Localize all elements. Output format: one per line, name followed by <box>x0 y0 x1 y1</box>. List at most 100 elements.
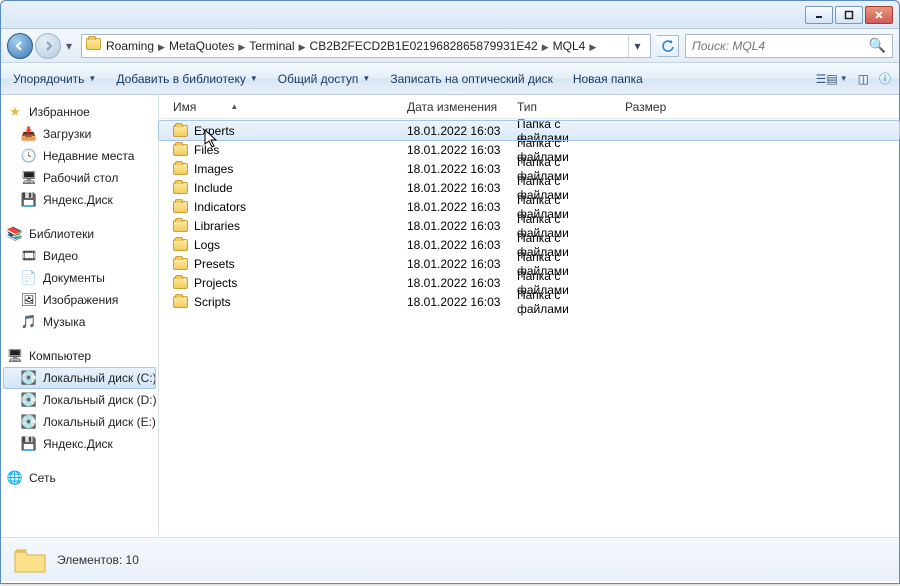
minimize-button[interactable] <box>805 6 833 24</box>
sort-asc-icon: ▲ <box>230 102 238 111</box>
breadcrumb-separator-icon: ▶ <box>538 42 553 53</box>
folder-icon <box>173 296 188 308</box>
breadcrumb-separator-icon: ▶ <box>585 42 600 53</box>
sidebar-item-music[interactable]: 🎵Музыка <box>3 311 156 333</box>
computer-group[interactable]: 🖥Компьютер <box>3 345 156 367</box>
file-date: 18.01.2022 16:03 <box>401 295 511 309</box>
file-name: Scripts <box>194 295 231 309</box>
search-box[interactable]: 🔍 <box>685 34 893 58</box>
add-to-library-menu[interactable]: Добавить в библиотеку▼ <box>112 70 261 88</box>
file-date: 18.01.2022 16:03 <box>401 181 511 195</box>
network-group[interactable]: 🌐Сеть <box>3 467 156 489</box>
folder-icon <box>86 38 102 54</box>
history-dropdown[interactable]: ▾ <box>63 39 75 53</box>
file-name: Files <box>194 143 219 157</box>
col-type[interactable]: Тип <box>511 100 619 114</box>
file-list: Имя▲ Дата изменения Тип Размер Experts 18… <box>159 95 899 537</box>
sidebar-item-disk-c[interactable]: 💽Локальный диск (C:) <box>3 367 156 389</box>
computer-icon: 🖥 <box>7 348 23 364</box>
file-name: Indicators <box>194 200 246 214</box>
sidebar-item-yadisk[interactable]: 💾Яндекс.Диск <box>3 189 156 211</box>
organize-menu[interactable]: Упорядочить▼ <box>9 70 100 88</box>
view-options-button[interactable]: ☰▤ ▼ <box>816 72 848 86</box>
disk-icon: 💾 <box>21 192 37 208</box>
col-name[interactable]: Имя▲ <box>167 100 401 114</box>
nav-arrows: ▾ <box>7 33 75 59</box>
folder-icon <box>173 201 188 213</box>
file-date: 18.01.2022 16:03 <box>401 276 511 290</box>
disk-icon: 💽 <box>21 392 37 408</box>
column-headers: Имя▲ Дата изменения Тип Размер <box>159 95 899 119</box>
new-folder-button[interactable]: Новая папка <box>569 70 647 88</box>
sidebar-item-pictures[interactable]: 🖼Изображения <box>3 289 156 311</box>
titlebar <box>1 1 899 29</box>
sidebar-item-disk-e[interactable]: 💽Локальный диск (E:) <box>3 411 156 433</box>
disk-icon: 💾 <box>21 436 37 452</box>
file-name: Logs <box>194 238 220 252</box>
back-button[interactable] <box>7 33 33 59</box>
file-row[interactable]: Scripts18.01.2022 16:03Папка с файлами <box>159 292 899 311</box>
file-date: 18.01.2022 16:03 <box>401 238 511 252</box>
file-date: 18.01.2022 16:03 <box>401 124 511 138</box>
sidebar-item-recent[interactable]: 🕓Недавние места <box>3 145 156 167</box>
favorites-group[interactable]: ★Избранное <box>3 101 156 123</box>
documents-icon: 📄 <box>21 270 37 286</box>
status-text: Элементов: 10 <box>57 553 139 567</box>
breadcrumb-segment[interactable]: MQL4 <box>553 39 586 53</box>
maximize-button[interactable] <box>835 6 863 24</box>
breadcrumb-segment[interactable]: Roaming <box>106 39 154 53</box>
folder-icon <box>173 163 188 175</box>
breadcrumb-separator-icon: ▶ <box>234 42 249 53</box>
navigation-row: ▾ Roaming▶MetaQuotes▶Terminal▶CB2B2FECD2… <box>1 29 899 63</box>
sidebar-item-video[interactable]: 🎞Видео <box>3 245 156 267</box>
folder-icon <box>173 258 188 270</box>
file-date: 18.01.2022 16:03 <box>401 162 511 176</box>
folder-icon <box>173 277 188 289</box>
libraries-group[interactable]: 📚Библиотеки <box>3 223 156 245</box>
breadcrumb-separator-icon: ▶ <box>295 42 310 53</box>
breadcrumb-segment[interactable]: CB2B2FECD2B1E0219682865879931E42 <box>310 39 538 53</box>
breadcrumb-separator-icon: ▶ <box>154 42 169 53</box>
folder-icon <box>173 220 188 232</box>
disk-icon: 💽 <box>21 414 37 430</box>
sidebar-item-disk-d[interactable]: 💽Локальный диск (D:) <box>3 389 156 411</box>
disk-icon: 💽 <box>21 370 37 386</box>
toolbar: Упорядочить▼ Добавить в библиотеку▼ Общи… <box>1 63 899 95</box>
burn-button[interactable]: Записать на оптический диск <box>386 70 557 88</box>
col-size[interactable]: Размер <box>619 100 689 114</box>
file-name: Images <box>194 162 233 176</box>
folder-icon <box>173 125 188 137</box>
sidebar-item-downloads[interactable]: 📥Загрузки <box>3 123 156 145</box>
file-name: Libraries <box>194 219 240 233</box>
explorer-window: ▾ Roaming▶MetaQuotes▶Terminal▶CB2B2FECD2… <box>0 0 900 584</box>
star-icon: ★ <box>7 104 23 120</box>
pictures-icon: 🖼 <box>21 292 37 308</box>
file-name: Experts <box>194 124 235 138</box>
sidebar-item-yadisk2[interactable]: 💾Яндекс.Диск <box>3 433 156 455</box>
folder-icon <box>173 144 188 156</box>
main-area: ★Избранное 📥Загрузки 🕓Недавние места 🖥Ра… <box>1 95 899 537</box>
file-date: 18.01.2022 16:03 <box>401 257 511 271</box>
breadcrumb-segment[interactable]: Terminal <box>249 39 294 53</box>
share-menu[interactable]: Общий доступ▼ <box>274 70 375 88</box>
music-icon: 🎵 <box>21 314 37 330</box>
preview-pane-button[interactable]: ◫ <box>858 72 869 86</box>
video-icon: 🎞 <box>21 248 37 264</box>
refresh-button[interactable] <box>657 35 679 57</box>
sidebar-item-documents[interactable]: 📄Документы <box>3 267 156 289</box>
search-input[interactable] <box>692 39 863 53</box>
file-name: Include <box>194 181 233 195</box>
help-button[interactable]: ⓘ <box>879 70 891 87</box>
desktop-icon: 🖥 <box>21 170 37 186</box>
sidebar-item-desktop[interactable]: 🖥Рабочий стол <box>3 167 156 189</box>
folder-large-icon <box>13 546 45 574</box>
col-date[interactable]: Дата изменения <box>401 100 511 114</box>
status-bar: Элементов: 10 <box>1 537 899 581</box>
file-date: 18.01.2022 16:03 <box>401 219 511 233</box>
address-dropdown[interactable]: ▾ <box>628 35 646 57</box>
breadcrumb-segment[interactable]: MetaQuotes <box>169 39 234 53</box>
close-button[interactable] <box>865 6 893 24</box>
sidebar: ★Избранное 📥Загрузки 🕓Недавние места 🖥Ра… <box>1 95 159 537</box>
address-bar[interactable]: Roaming▶MetaQuotes▶Terminal▶CB2B2FECD2B1… <box>81 34 651 58</box>
forward-button[interactable] <box>35 33 61 59</box>
